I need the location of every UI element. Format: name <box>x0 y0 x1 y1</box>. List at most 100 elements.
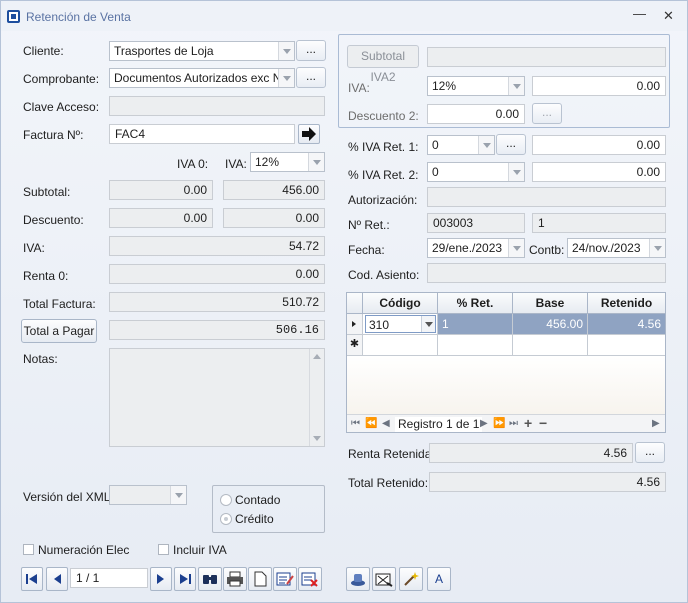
descuento2-label: Descuento 2: <box>348 109 419 123</box>
subtotal-iva0-field[interactable]: 0.00 <box>109 180 213 200</box>
iva2-value-field[interactable]: 0.00 <box>532 76 666 96</box>
renta0-field[interactable]: 0.00 <box>109 264 325 284</box>
subtotal-iva2-field[interactable] <box>427 47 666 67</box>
table-row[interactable]: 310 1 456.00 4.56 <box>347 314 665 335</box>
last-record-button[interactable] <box>174 567 196 591</box>
descuento-iva-field[interactable]: 0.00 <box>223 208 325 228</box>
print-button[interactable] <box>223 567 247 591</box>
factura-field[interactable]: FAC4 <box>109 124 295 144</box>
contb-combo[interactable]: 24/nov./2023 <box>567 238 666 258</box>
ivaret1-amount-field[interactable]: 0.00 <box>532 135 666 155</box>
codigo-editor[interactable]: 310 <box>365 315 436 333</box>
ivaret2-combo[interactable]: 0 <box>427 162 525 182</box>
search-button[interactable] <box>198 567 222 591</box>
nav-next-page-icon[interactable]: ⏩ <box>493 418 505 429</box>
grid-cell-empty[interactable] <box>438 335 513 356</box>
record-position-field[interactable]: 1 / 1 <box>70 568 148 588</box>
nret-field[interactable]: 003003 <box>427 213 525 233</box>
iva-rate-label: IVA: <box>225 157 247 171</box>
descuento2-browse-button[interactable]: ... <box>532 103 562 124</box>
clave-acceso-field[interactable] <box>109 96 325 116</box>
nav-remove-icon[interactable]: − <box>539 415 547 431</box>
scroll-down-icon[interactable] <box>313 436 321 441</box>
chevron-down-icon[interactable] <box>421 316 435 332</box>
numeracion-checkbox[interactable] <box>23 544 34 555</box>
delete-button[interactable] <box>298 567 322 591</box>
nav-last-icon[interactable]: ⏭ <box>509 418 518 429</box>
col-header-ret[interactable]: % Ret. <box>438 293 513 314</box>
new-button[interactable] <box>248 567 272 591</box>
col-header-base[interactable]: Base <box>513 293 588 314</box>
cliente-browse-button[interactable]: ... <box>296 40 326 61</box>
descuento-iva0-field[interactable]: 0.00 <box>109 208 213 228</box>
renta-retenida-field[interactable]: 4.56 <box>429 443 633 463</box>
notas-textarea[interactable] <box>109 348 325 447</box>
credito-radio[interactable] <box>220 513 232 525</box>
factura-go-button[interactable] <box>298 124 320 144</box>
total-retenido-field[interactable]: 4.56 <box>429 472 666 492</box>
iva-field[interactable]: 54.72 <box>109 236 325 256</box>
version-xml-combo[interactable] <box>109 485 187 505</box>
next-record-button[interactable] <box>150 567 172 591</box>
col-header-codigo[interactable]: Código <box>363 293 438 314</box>
nav-prev-page-icon[interactable]: ⏪ <box>365 418 377 429</box>
grid-cell-empty[interactable] <box>588 335 665 356</box>
nav-next-icon[interactable]: ▶ <box>480 418 488 429</box>
chevron-down-icon[interactable] <box>478 136 494 154</box>
contado-radio[interactable] <box>220 494 232 506</box>
sign-button[interactable] <box>372 567 396 591</box>
iva-rate-combo[interactable]: 12% <box>250 152 325 172</box>
ivaret1-combo[interactable]: 0 <box>427 135 495 155</box>
retenciones-grid[interactable]: Código % Ret. Base Retenido 310 1 456.00… <box>346 292 666 433</box>
chevron-down-icon[interactable] <box>278 69 294 87</box>
descuento2-field[interactable]: 0.00 <box>427 104 525 124</box>
chevron-down-icon[interactable] <box>278 42 294 60</box>
total-a-pagar-field[interactable]: 506.16 <box>109 320 325 340</box>
grid-cell-retenido[interactable]: 4.56 <box>588 314 665 335</box>
prev-record-button[interactable] <box>46 567 68 591</box>
autorizacion-field[interactable] <box>427 187 666 207</box>
save-button[interactable] <box>346 567 370 591</box>
comprobante-combo[interactable]: Documentos Autorizados exc N... <box>109 68 295 88</box>
grid-cell-codigo[interactable]: 310 <box>363 314 438 335</box>
nret-seq-field[interactable]: 1 <box>532 213 666 233</box>
notas-scrollbar[interactable] <box>309 349 324 446</box>
subtotal-iva-field[interactable]: 456.00 <box>223 180 325 200</box>
chevron-down-icon[interactable] <box>508 239 524 257</box>
ivaret1-browse-button[interactable]: ... <box>496 134 526 155</box>
subtotal-iva2-button[interactable]: Subtotal IVA2 <box>347 45 419 84</box>
chevron-down-icon[interactable] <box>508 163 524 181</box>
chevron-down-icon[interactable] <box>170 486 186 504</box>
grid-cell-empty[interactable] <box>513 335 588 356</box>
incluir-iva-checkbox[interactable] <box>158 544 169 555</box>
a-button[interactable]: A <box>427 567 451 591</box>
minimize-icon[interactable]: — <box>633 6 646 21</box>
grid-cell-base[interactable]: 456.00 <box>513 314 588 335</box>
scroll-up-icon[interactable] <box>313 354 321 359</box>
col-header-retenido[interactable]: Retenido <box>588 293 665 314</box>
wizard-button[interactable] <box>399 567 423 591</box>
chevron-down-icon[interactable] <box>308 153 324 171</box>
new-row[interactable]: ✱ <box>347 335 665 356</box>
comprobante-browse-button[interactable]: ... <box>296 67 326 88</box>
nav-add-icon[interactable]: + <box>524 415 532 431</box>
iva2-rate-combo[interactable]: 12% <box>427 76 525 96</box>
ivaret2-amount-field[interactable]: 0.00 <box>532 162 666 182</box>
notas-label: Notas: <box>23 352 58 366</box>
cod-asiento-field[interactable] <box>427 263 666 283</box>
total-factura-field[interactable]: 510.72 <box>109 292 325 312</box>
renta-retenida-browse-button[interactable]: ... <box>635 442 665 463</box>
chevron-down-icon[interactable] <box>508 77 524 95</box>
nav-prev-icon[interactable]: ◀ <box>382 418 390 429</box>
close-icon[interactable]: ✕ <box>663 8 674 24</box>
edit-button[interactable] <box>273 567 297 591</box>
chevron-down-icon[interactable] <box>649 239 665 257</box>
grid-cell-ret[interactable]: 1 <box>438 314 513 335</box>
nav-first-icon[interactable]: ⏮ <box>351 418 360 429</box>
total-a-pagar-button[interactable]: Total a Pagar <box>21 319 97 343</box>
first-record-button[interactable] <box>21 567 43 591</box>
fecha-combo[interactable]: 29/ene./2023 <box>427 238 525 258</box>
nav-scroll-right-icon[interactable]: ▶ <box>652 418 660 429</box>
cliente-combo[interactable]: Trasportes de Loja <box>109 41 295 61</box>
grid-cell-empty[interactable] <box>363 335 438 356</box>
